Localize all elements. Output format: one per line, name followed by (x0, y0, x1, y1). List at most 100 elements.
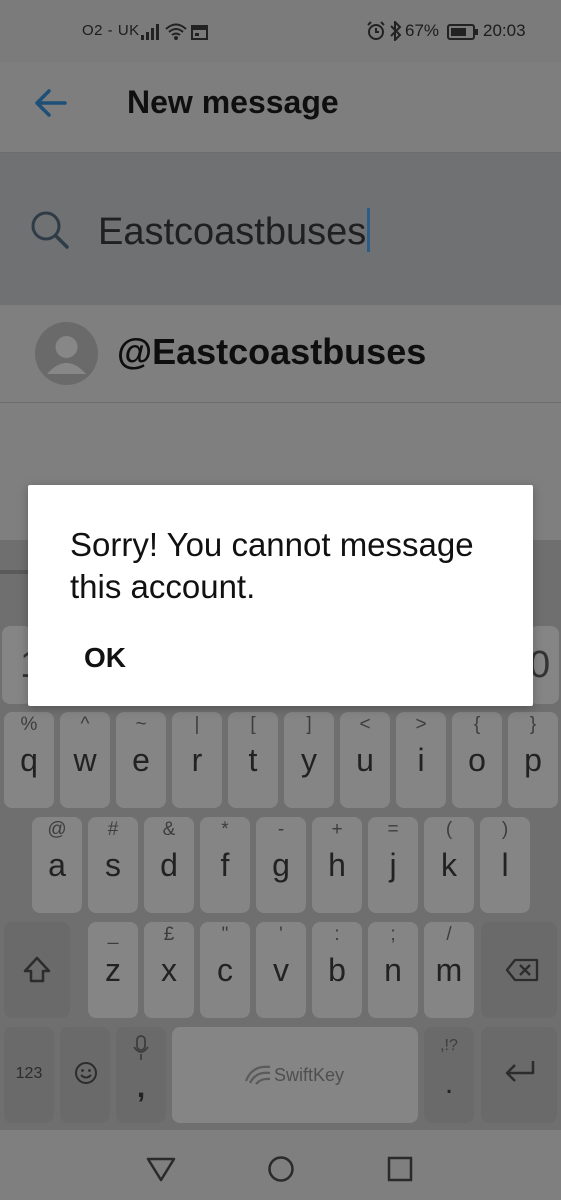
back-arrow-icon[interactable] (33, 88, 67, 123)
comma-key-label: , (136, 1071, 146, 1104)
key-n-secondary: ; (390, 924, 396, 945)
key-q[interactable]: % q (4, 712, 54, 808)
key-d-secondary: & (162, 819, 176, 840)
key-n-label: n (384, 952, 402, 988)
search-result-item[interactable]: @Eastcoastbuses (0, 306, 561, 403)
key-o[interactable]: {o (452, 712, 502, 808)
key-p[interactable]: } p (508, 712, 558, 808)
key-o-secondary: { (473, 714, 481, 735)
home-nav-icon[interactable] (267, 1155, 295, 1188)
key-c-label: c (217, 952, 233, 988)
avatar (35, 322, 98, 385)
space-key[interactable]: SwiftKey (172, 1027, 418, 1123)
key-a[interactable]: @ a (32, 817, 82, 913)
alert-dialog: Sorry! You cannot message this account. … (28, 485, 533, 706)
key-l-secondary: ) (501, 819, 509, 840)
key-a-secondary: @ (47, 819, 67, 840)
key-v[interactable]: ' v (256, 922, 306, 1018)
key-f-label: f (220, 847, 230, 883)
key-k[interactable]: (k (424, 817, 474, 913)
key-l[interactable]: ) l (480, 817, 530, 913)
enter-key[interactable] (481, 1027, 557, 1123)
recents-nav-icon[interactable] (387, 1156, 413, 1187)
key-x-label: x (161, 952, 177, 988)
key-a-label: a (48, 847, 66, 883)
key-j-secondary: = (387, 819, 399, 840)
enter-icon (505, 1061, 535, 1082)
swiftkey-brand: SwiftKey (274, 1065, 345, 1085)
key-p-secondary: } (529, 714, 537, 735)
key-j[interactable]: = j (368, 817, 418, 913)
key-z-secondary: _ (107, 924, 119, 945)
key-x[interactable]: £ x (144, 922, 194, 1018)
key-v-label: v (273, 952, 289, 988)
key-r-secondary: | (194, 714, 200, 735)
back-nav-icon[interactable] (146, 1156, 176, 1187)
notification-icon (191, 25, 208, 45)
key-m[interactable]: / m (424, 922, 474, 1018)
key-t-label: t (248, 742, 258, 778)
numbers-key[interactable]: 123 (4, 1027, 54, 1123)
emoji-icon (75, 1062, 97, 1084)
key-g[interactable]: -g (256, 817, 306, 913)
key-o-label: o (468, 742, 486, 778)
key-h[interactable]: + h (312, 817, 362, 913)
key-j-label: j (389, 847, 397, 883)
key-i-label: i (417, 742, 425, 778)
key-q-label: q (20, 742, 38, 778)
key-i[interactable]: > i (396, 712, 446, 808)
swiftkey-logo-icon (244, 1063, 272, 1090)
shift-icon (23, 956, 51, 983)
signal-icon (140, 23, 160, 46)
ok-button[interactable]: OK (70, 638, 140, 678)
carrier-label: O2 - UK (82, 22, 140, 39)
key-w-secondary: ^ (80, 714, 90, 735)
key-h-secondary: + (331, 819, 343, 840)
page-title: New message (127, 84, 339, 120)
key-t[interactable]: [t (228, 712, 278, 808)
numbers-key-label: 123 (15, 1065, 43, 1082)
key-q-secondary: % (20, 714, 38, 735)
backspace-key[interactable] (481, 922, 557, 1018)
key-w[interactable]: ^ w (60, 712, 110, 808)
number-key-0[interactable]: 0 (529, 626, 559, 704)
key-s[interactable]: # s (88, 817, 138, 913)
emoji-key[interactable] (60, 1027, 110, 1123)
key-m-label: m (435, 952, 463, 988)
alarm-icon (366, 21, 386, 46)
search-input[interactable]: Eastcoastbuses (98, 208, 371, 254)
key-f-secondary: * (221, 819, 229, 840)
key-z[interactable]: _ z (88, 922, 138, 1018)
key-d-label: d (160, 847, 178, 883)
key-n[interactable]: ; n (368, 922, 418, 1018)
comma-key[interactable]: , (116, 1027, 166, 1123)
search-query: Eastcoastbuses (98, 211, 367, 253)
key-y[interactable]: ] y (284, 712, 334, 808)
recipient-search[interactable]: Eastcoastbuses (0, 153, 561, 305)
navigation-bar (0, 1130, 561, 1200)
key-r[interactable]: | r (172, 712, 222, 808)
period-key-label: . (444, 1067, 454, 1100)
key-y-secondary: ] (306, 714, 312, 735)
result-handle: @Eastcoastbuses (117, 331, 427, 372)
key-g-secondary: - (277, 819, 285, 840)
wifi-icon (165, 22, 187, 46)
key-c[interactable]: " c (200, 922, 250, 1018)
key-b[interactable]: :b (312, 922, 362, 1018)
key-e-label: e (132, 742, 150, 778)
key-y-label: y (301, 742, 317, 778)
key-d[interactable]: & d (144, 817, 194, 913)
key-f[interactable]: * f (200, 817, 250, 913)
search-icon (30, 210, 70, 255)
period-key[interactable]: ,!? . (424, 1027, 474, 1123)
dialog-message: Sorry! You cannot message this account. (70, 526, 474, 605)
key-g-label: g (272, 847, 290, 883)
key-e[interactable]: ~ e (116, 712, 166, 808)
shift-key[interactable] (4, 922, 70, 1018)
key-m-secondary: / (446, 924, 452, 945)
key-l-label: l (501, 847, 509, 883)
key-u[interactable]: < u (340, 712, 390, 808)
key-b-label: b (328, 952, 346, 988)
key-s-secondary: # (107, 819, 119, 840)
toolbar-divider (0, 570, 28, 574)
